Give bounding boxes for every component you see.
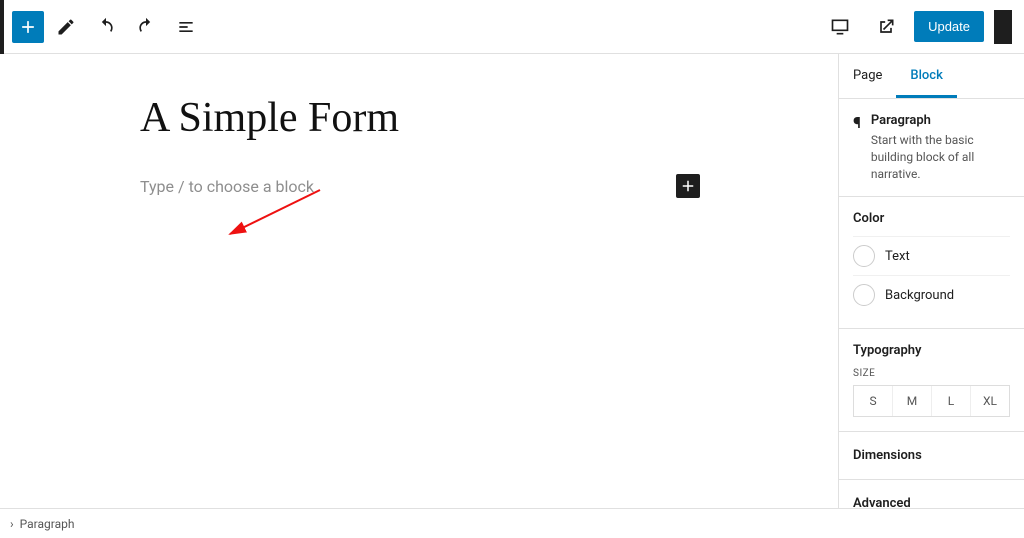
external-link-icon xyxy=(876,17,896,37)
tab-block[interactable]: Block xyxy=(896,54,956,98)
background-color-label: Background xyxy=(885,288,954,303)
preview-button[interactable] xyxy=(868,9,904,45)
list-icon xyxy=(176,17,196,37)
color-swatch-icon xyxy=(853,284,875,306)
breadcrumb-item[interactable]: Paragraph xyxy=(20,517,75,531)
window-left-strip xyxy=(0,0,4,54)
main-area: A Simple Form Type / to choose a block P… xyxy=(0,54,1024,508)
paragraph-block[interactable]: Type / to choose a block xyxy=(140,174,700,198)
view-button[interactable] xyxy=(822,9,858,45)
text-color-control[interactable]: Text xyxy=(853,236,1010,275)
size-label: SIZE xyxy=(853,368,1010,379)
toolbar-right-group: Update xyxy=(822,9,1012,45)
color-swatch-icon xyxy=(853,245,875,267)
pencil-icon xyxy=(56,17,76,37)
add-block-button[interactable] xyxy=(12,11,44,43)
edit-tool-button[interactable] xyxy=(48,9,84,45)
top-toolbar: Update xyxy=(0,0,1024,54)
size-m-button[interactable]: M xyxy=(893,386,932,416)
chevron-right-icon: › xyxy=(10,517,14,531)
advanced-panel-toggle[interactable]: Advanced xyxy=(839,480,1024,508)
settings-sidebar: Page Block ¶ Paragraph Start with the ba… xyxy=(838,54,1024,508)
update-button[interactable]: Update xyxy=(914,11,984,42)
document-outline-button[interactable] xyxy=(168,9,204,45)
inline-add-block-button[interactable] xyxy=(676,174,700,198)
block-placeholder-text: Type / to choose a block xyxy=(140,177,656,196)
toolbar-left-group xyxy=(12,9,204,45)
plus-icon xyxy=(18,17,38,37)
block-breadcrumb: › Paragraph xyxy=(0,508,1024,538)
text-color-label: Text xyxy=(885,249,910,264)
size-s-button[interactable]: S xyxy=(854,386,893,416)
paragraph-icon: ¶ xyxy=(853,113,861,132)
typography-heading: Typography xyxy=(853,343,1010,358)
size-xl-button[interactable]: XL xyxy=(971,386,1009,416)
page-title[interactable]: A Simple Form xyxy=(140,94,700,142)
block-info-panel: ¶ Paragraph Start with the basic buildin… xyxy=(839,99,1024,197)
block-type-name: Paragraph xyxy=(871,113,1010,128)
color-heading: Color xyxy=(853,211,1010,226)
plus-icon xyxy=(679,177,697,195)
desktop-icon xyxy=(830,17,850,37)
settings-panel-toggle[interactable] xyxy=(994,10,1012,44)
redo-button[interactable] xyxy=(128,9,164,45)
size-l-button[interactable]: L xyxy=(932,386,971,416)
tab-page[interactable]: Page xyxy=(839,54,896,98)
editor-canvas[interactable]: A Simple Form Type / to choose a block xyxy=(0,54,838,508)
undo-icon xyxy=(96,17,116,37)
typography-panel: Typography SIZE S M L XL xyxy=(839,329,1024,432)
background-color-control[interactable]: Background xyxy=(853,275,1010,314)
sidebar-tabs: Page Block xyxy=(839,54,1024,99)
color-panel: Color Text Background xyxy=(839,197,1024,329)
block-type-description: Start with the basic building block of a… xyxy=(871,132,1010,182)
redo-icon xyxy=(136,17,156,37)
size-segmented-control: S M L XL xyxy=(853,385,1010,417)
undo-button[interactable] xyxy=(88,9,124,45)
dimensions-panel-toggle[interactable]: Dimensions xyxy=(839,432,1024,480)
